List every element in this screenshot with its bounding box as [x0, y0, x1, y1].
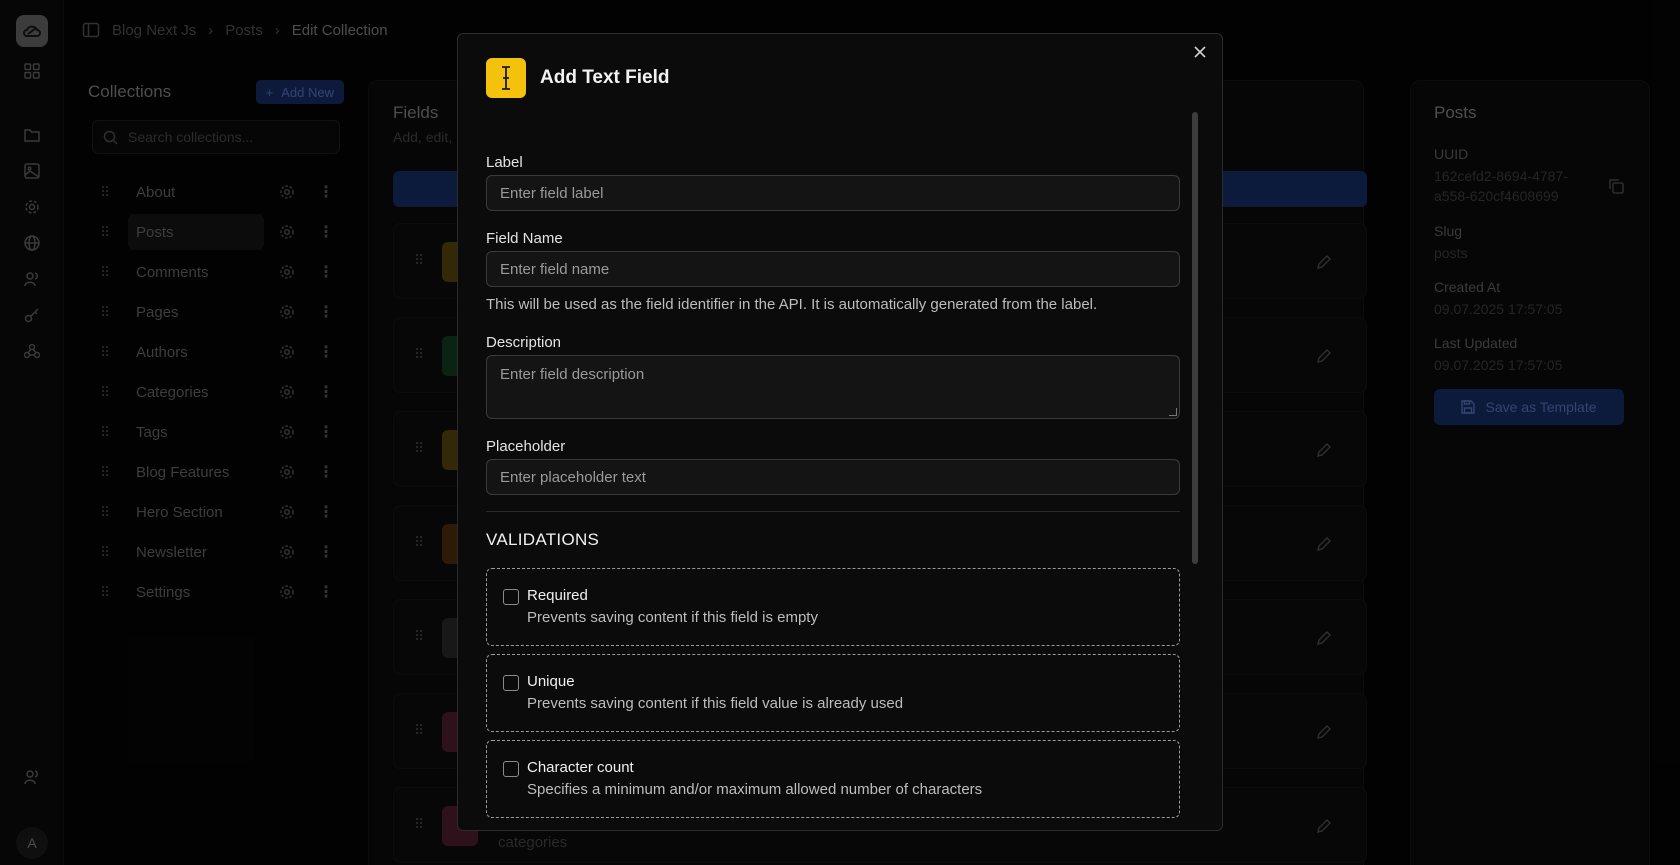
modal-scrollbar-thumb[interactable]: [1192, 112, 1198, 564]
description-textarea[interactable]: Enter field description: [486, 355, 1180, 419]
modal-scrollbar[interactable]: [1192, 112, 1198, 812]
validation-checkbox[interactable]: [503, 675, 519, 691]
validation-title: Required: [527, 587, 588, 604]
field-name-label: Field Name: [486, 230, 563, 247]
validation-description: Specifies a minimum and/or maximum allow…: [527, 781, 983, 798]
text-cursor-icon: [486, 58, 526, 98]
placeholder-input[interactable]: Enter placeholder text: [486, 459, 1180, 495]
validation-description: Prevents saving content if this field va…: [527, 695, 904, 712]
validation-title: Unique: [527, 673, 575, 690]
placeholder-label: Placeholder: [486, 438, 566, 455]
validation-option[interactable]: Unique Prevents saving content if this fi…: [486, 654, 1180, 732]
validation-option[interactable]: Required Prevents saving content if this …: [486, 568, 1180, 646]
label-field-label: Label: [486, 154, 523, 171]
resize-handle-icon[interactable]: [1169, 408, 1177, 416]
validation-checkbox[interactable]: [503, 761, 519, 777]
modal-title: Add Text Field: [540, 67, 670, 88]
validation-option[interactable]: Character count Specifies a minimum and/o…: [486, 740, 1180, 818]
field-name-input[interactable]: Enter field name: [486, 251, 1180, 287]
description-placeholder: Enter field description: [500, 366, 645, 383]
field-name-help-text: This will be used as the field identifie…: [486, 296, 1098, 313]
validation-title: Character count: [527, 759, 634, 776]
section-divider: [486, 511, 1180, 512]
modal-header: Add Text Field: [486, 58, 669, 98]
validation-description: Prevents saving content if this field is…: [527, 609, 818, 626]
add-text-field-modal: Add Text Field Label Enter field label F…: [457, 33, 1223, 831]
validation-checkbox[interactable]: [503, 589, 519, 605]
description-label: Description: [486, 334, 562, 351]
label-input[interactable]: Enter field label: [486, 175, 1180, 211]
app-root: A Blog Next Js › Posts › Edit Collection…: [0, 0, 1680, 865]
close-icon[interactable]: [1192, 44, 1208, 60]
validations-heading: VALIDATIONS: [486, 530, 600, 549]
